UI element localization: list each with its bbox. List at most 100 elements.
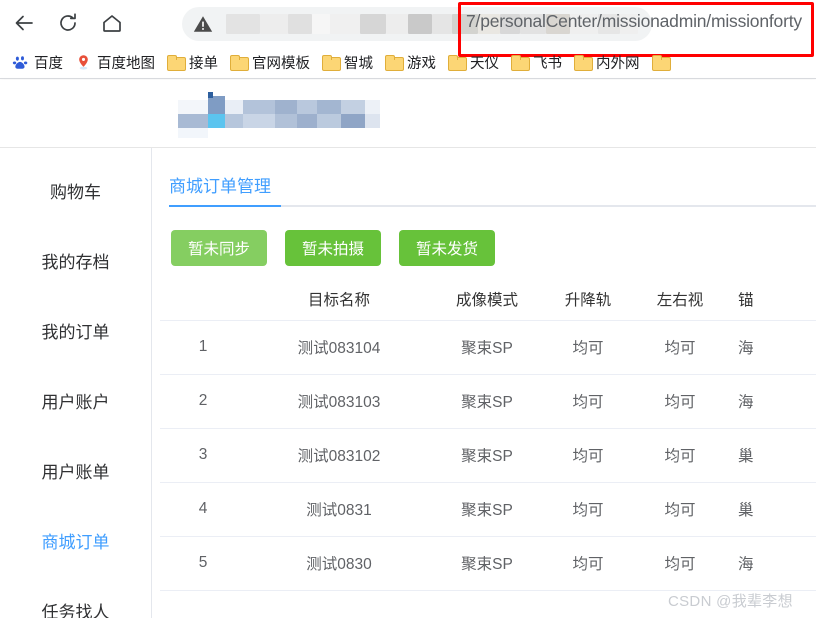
cell-imaging-mode: 聚束SP	[432, 320, 542, 375]
bookmark-folder-zhicheng[interactable]: 智城	[316, 49, 379, 75]
cell-index: 3	[160, 428, 246, 483]
col-header-imaging-mode: 成像模式	[432, 278, 542, 321]
bookmark-label: 百度地图	[97, 55, 155, 72]
page-body: 购物车 我的存档 我的订单 用户账户 用户账单 商城订单 任务找人 商城订单管理…	[0, 148, 816, 618]
sidebar-item-my-orders[interactable]: 我的订单	[0, 312, 151, 348]
folder-icon	[167, 55, 186, 71]
tab-mall-order-management[interactable]: 商城订单管理	[169, 172, 271, 207]
cell-look-side: 均可	[634, 536, 726, 591]
tab-bar: 商城订单管理	[169, 172, 271, 207]
cell-imaging-mode: 聚束SP	[432, 374, 542, 429]
cell-target-name: 测试0831	[246, 482, 432, 537]
cell-target-name: 测试083102	[246, 428, 432, 483]
sidebar-item-label: 用户账单	[41, 462, 110, 482]
main-panel: 商城订单管理 暂未同步 暂未拍摄 暂未发货 目标名称 成像模式 升降轨 左右视 …	[153, 148, 816, 618]
cell-index: 5	[160, 536, 246, 591]
cell-target-name: 测试0830	[246, 536, 432, 591]
bookmark-folder-overflow[interactable]	[646, 49, 675, 75]
folder-icon	[511, 55, 530, 71]
cell-anchor: 巢	[726, 482, 816, 537]
table-row[interactable]: 2 测试083103 聚束SP 均可 均可 海	[160, 374, 816, 429]
table-row[interactable]: 4 测试0831 聚束SP 均可 均可 巢	[160, 482, 816, 537]
cell-orbit-direction: 均可	[542, 374, 634, 429]
back-button[interactable]	[4, 3, 44, 43]
sidebar-item-mall-orders[interactable]: 商城订单	[0, 522, 151, 558]
reload-icon	[60, 13, 76, 31]
cell-look-side: 均可	[634, 374, 726, 429]
tab-active-indicator	[169, 205, 281, 207]
sidebar-item-cart[interactable]: 购物车	[0, 172, 151, 208]
warning-triangle-icon	[193, 16, 213, 32]
cell-anchor: 海	[726, 536, 816, 591]
cell-target-name: 测试083103	[246, 374, 432, 429]
col-header-anchor: 锚	[726, 278, 816, 321]
sidebar-item-user-account[interactable]: 用户账户	[0, 382, 151, 418]
bookmark-folder-tianyi[interactable]: 天仪	[442, 49, 505, 75]
cell-orbit-direction: 均可	[542, 482, 634, 537]
sidebar-item-my-archive[interactable]: 我的存档	[0, 242, 151, 278]
cell-imaging-mode: 聚束SP	[432, 428, 542, 483]
cell-orbit-direction: 均可	[542, 428, 634, 483]
action-button-row: 暂未同步 暂未拍摄 暂未发货	[171, 230, 496, 266]
sidebar-item-label: 购物车	[50, 182, 101, 202]
bookmark-baidu-map[interactable]: 百度地图	[69, 49, 161, 75]
cell-index: 4	[160, 482, 246, 537]
folder-icon	[574, 55, 593, 71]
bookmark-folder-guanwangmuban[interactable]: 官网模板	[224, 49, 316, 75]
not-synced-button[interactable]: 暂未同步	[171, 230, 268, 266]
address-bar-url-text[interactable]: 7/personalCenter/missionadmin/missionfor…	[466, 11, 802, 32]
cell-anchor: 海	[726, 320, 816, 375]
folder-icon	[651, 55, 671, 71]
folder-icon	[385, 55, 404, 71]
bookmark-label: 天仪	[470, 55, 499, 72]
back-arrow-icon	[15, 15, 33, 31]
folder-icon	[322, 55, 341, 71]
bookmark-label: 内外网	[596, 55, 640, 72]
site-nav: 首页 影像查询	[0, 80, 816, 208]
sidebar-item-user-bill[interactable]: 用户账单	[0, 452, 151, 488]
cell-anchor: 巢	[726, 428, 816, 483]
not-shipped-button[interactable]: 暂未发货	[399, 230, 496, 266]
cell-index: 2	[160, 374, 246, 429]
not-captured-button[interactable]: 暂未拍摄	[285, 230, 382, 266]
bookmark-folder-feishu[interactable]: 飞书	[505, 49, 568, 75]
col-header-look-side: 左右视	[634, 278, 726, 321]
bookmark-folder-neiwaiwang[interactable]: 内外网	[568, 49, 646, 75]
sidebar-item-label: 我的订单	[41, 322, 110, 342]
folder-icon	[448, 55, 467, 71]
browser-chrome: 7/personalCenter/missionadmin/missionfor…	[0, 0, 816, 80]
col-header-target-name: 目标名称	[246, 278, 432, 321]
sidebar-item-label: 我的存档	[41, 252, 110, 272]
baidu-paw-icon	[12, 55, 28, 69]
folder-icon	[230, 55, 249, 71]
orders-table: 目标名称 成像模式 升降轨 左右视 锚 1 测试083104 聚束SP 均可 均…	[160, 278, 816, 591]
cell-look-side: 均可	[634, 320, 726, 375]
bookmark-label: 游戏	[407, 55, 436, 72]
col-header-orbit-direction: 升降轨	[542, 278, 634, 321]
bookmark-label: 百度	[34, 55, 63, 72]
bookmark-baidu[interactable]: 百度	[6, 49, 69, 75]
cell-orbit-direction: 均可	[542, 536, 634, 591]
bookmark-label: 智城	[344, 55, 373, 72]
sidebar-item-task-finder[interactable]: 任务找人	[0, 592, 151, 618]
bookmark-folder-jiedan[interactable]: 接单	[161, 49, 224, 75]
cell-index: 1	[160, 320, 246, 375]
table-row[interactable]: 1 测试083104 聚束SP 均可 均可 海	[160, 320, 816, 375]
bookmarks-bar: 百度 百度地图 接单 官网模板 智城 游戏 天仪 飞书 内外网	[0, 46, 816, 79]
home-icon	[103, 15, 121, 32]
table-header-row: 目标名称 成像模式 升降轨 左右视 锚	[160, 278, 816, 321]
bookmark-label: 飞书	[533, 55, 562, 72]
map-pin-icon	[79, 54, 88, 70]
bookmark-folder-youxi[interactable]: 游戏	[379, 49, 442, 75]
col-header-index	[160, 278, 246, 321]
table-row[interactable]: 3 测试083102 聚束SP 均可 均可 巢	[160, 428, 816, 483]
csdn-watermark: CSDN @我辈李想	[668, 593, 793, 610]
cell-look-side: 均可	[634, 482, 726, 537]
home-button[interactable]	[92, 3, 132, 43]
sidebar-item-label: 任务找人	[41, 602, 110, 618]
reload-button[interactable]	[48, 3, 88, 43]
table-row[interactable]: 5 测试0830 聚束SP 均可 均可 海	[160, 536, 816, 591]
bookmark-label: 官网模板	[252, 55, 310, 72]
cell-target-name: 测试083104	[246, 320, 432, 375]
sidebar-item-label: 用户账户	[41, 392, 110, 412]
